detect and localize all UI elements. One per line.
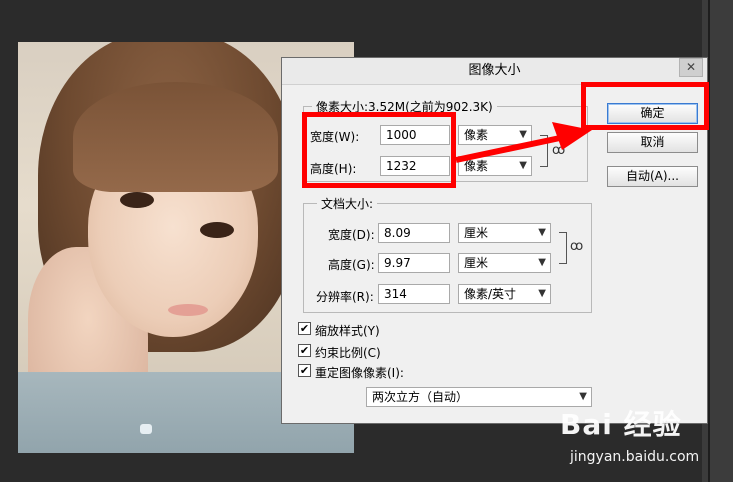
annotation-arrow-shaft: [455, 135, 561, 163]
baidu-watermark: Bai 经验 jingyan.baidu.com: [560, 403, 700, 473]
watermark-url: jingyan.baidu.com: [570, 449, 700, 465]
annotation-arrow-head: [552, 122, 592, 150]
baidu-logo: Bai 经验: [560, 408, 682, 441]
